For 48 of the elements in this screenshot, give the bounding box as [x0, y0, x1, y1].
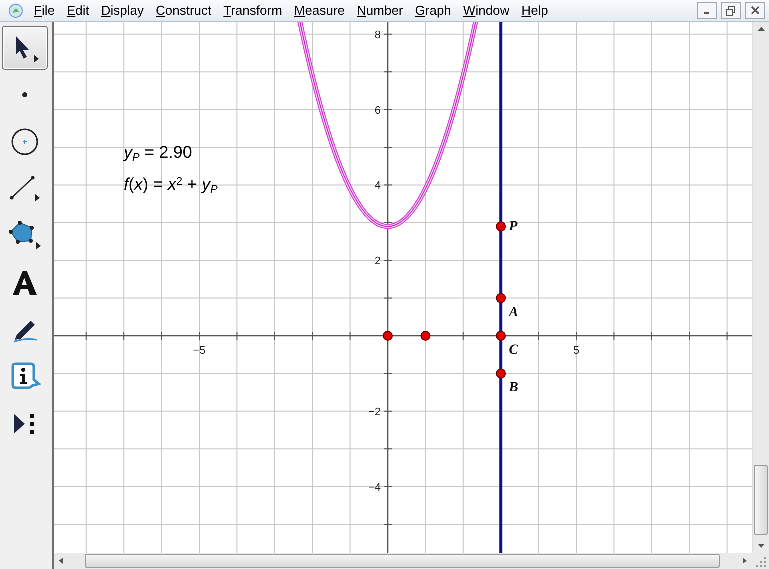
- point-label: B: [509, 380, 518, 396]
- tick-label: 6: [374, 104, 381, 117]
- point-label: C: [509, 343, 518, 358]
- scroll-thumb[interactable]: [85, 554, 720, 568]
- menu-item[interactable]: Help: [516, 0, 554, 21]
- point[interactable]: [420, 331, 431, 341]
- point[interactable]: [383, 331, 393, 341]
- point[interactable]: [496, 222, 506, 232]
- scroll-thumb[interactable]: [754, 465, 768, 535]
- compass-tool-icon: [11, 128, 39, 156]
- point[interactable]: [496, 293, 506, 304]
- point-tool-icon: [22, 92, 28, 98]
- menu-item[interactable]: Edit: [60, 0, 96, 21]
- tick-label: 8: [374, 29, 381, 42]
- play-dots-icon: [13, 413, 37, 435]
- info-bubble-icon: [9, 362, 41, 392]
- restore-button[interactable]: [721, 2, 741, 19]
- menu-item[interactable]: Measure: [288, 0, 352, 21]
- menu-item[interactable]: Number: [351, 0, 410, 21]
- restore-icon: [726, 6, 736, 16]
- menu-item[interactable]: Construct: [150, 0, 218, 21]
- menu-item[interactable]: Display: [95, 0, 150, 21]
- close-icon: [750, 6, 760, 15]
- measurement-text[interactable]: y$_{P}$ = 2.90: [124, 144, 192, 161]
- tick-label: 4: [374, 180, 381, 192]
- straightedge-tool-icon: [9, 174, 41, 204]
- tool-button[interactable]: [2, 26, 48, 70]
- tick-label: −4: [368, 482, 381, 494]
- minimize-button[interactable]: [697, 2, 717, 19]
- point-label: P: [509, 220, 518, 235]
- tick-label: −5: [193, 345, 206, 357]
- app-icon: [8, 2, 24, 18]
- point[interactable]: [496, 368, 506, 379]
- vertical-line[interactable]: [500, 22, 503, 553]
- polygon-tool-icon: [8, 220, 42, 252]
- tick-label: −2: [368, 406, 381, 418]
- parabola-curve[interactable]: [296, 22, 480, 228]
- menu-item[interactable]: Transform: [218, 0, 288, 21]
- menu-item[interactable]: File: [28, 0, 61, 21]
- menu-item[interactable]: Graph: [409, 0, 458, 21]
- letter-a-icon: [11, 270, 39, 296]
- point-label: A: [509, 305, 518, 320]
- tick-label: 2: [374, 256, 381, 268]
- menu-item[interactable]: Window: [457, 0, 516, 21]
- tick-label: 5: [573, 345, 580, 357]
- close-button[interactable]: [745, 2, 765, 19]
- function-text[interactable]: f(x) = x$^{2}$ + y$_{P}$: [124, 176, 218, 193]
- point[interactable]: [496, 331, 506, 341]
